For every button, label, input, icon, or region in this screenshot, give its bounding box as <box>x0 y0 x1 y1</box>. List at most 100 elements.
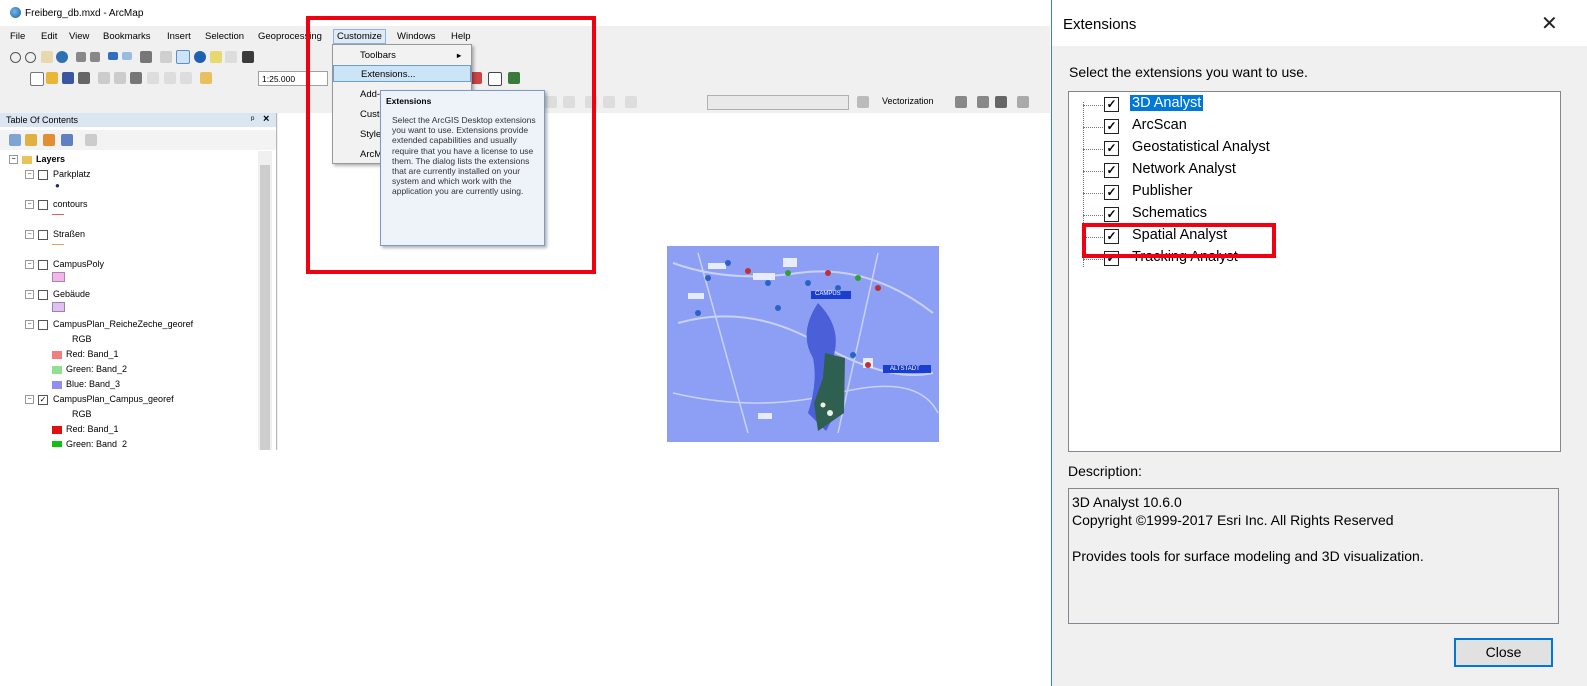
ext-label: 3D Analyst <box>1130 95 1204 111</box>
vectorization-settings-icon[interactable] <box>857 96 869 108</box>
ext-item-publisher[interactable]: ✓ Publisher <box>1069 182 1549 204</box>
paste-icon[interactable] <box>130 72 142 84</box>
layer-gebaeude[interactable]: − Gebäude <box>25 289 90 300</box>
ext-label: ArcScan <box>1132 117 1187 133</box>
vectorization-trace-icon[interactable] <box>977 96 989 108</box>
new-document-icon[interactable] <box>30 72 44 86</box>
map-label-altstadt: ALTSTADT <box>890 366 920 372</box>
description-box: 3D Analyst 10.6.0 Copyright ©1999-2017 E… <box>1068 488 1559 624</box>
attributes-icon[interactable] <box>625 96 637 108</box>
layer-parkplatz[interactable]: − Parkplatz <box>25 169 91 180</box>
pin-icon[interactable]: ᵖ <box>251 114 254 124</box>
ext-checkbox[interactable]: ✓ <box>1104 185 1119 200</box>
list-by-visibility-icon[interactable] <box>43 134 55 146</box>
highlight-box-customize <box>306 16 596 274</box>
raster-cleanup-icon[interactable] <box>955 96 967 108</box>
band-row-red-1: Red: Band_1 <box>52 349 119 359</box>
ext-label: Publisher <box>1132 183 1193 199</box>
delete-icon[interactable] <box>147 72 159 84</box>
description-line-3: Provides tools for surface modeling and … <box>1072 548 1424 564</box>
undo-icon[interactable] <box>164 72 176 84</box>
fixed-zoom-in-icon[interactable] <box>76 52 86 62</box>
description-line-2: Copyright ©1999-2017 Esri Inc. All Right… <box>1072 512 1394 528</box>
ext-checkbox[interactable]: ✓ <box>1104 119 1119 134</box>
identify-icon[interactable] <box>194 51 206 63</box>
print-icon[interactable] <box>78 72 90 84</box>
ext-label: Network Analyst <box>1132 161 1236 177</box>
menu-edit[interactable]: Edit <box>41 31 57 42</box>
cut-icon[interactable] <box>98 72 110 84</box>
cell-selection-icon[interactable] <box>1017 96 1029 108</box>
select-pointer-icon[interactable] <box>176 50 190 64</box>
layer-contours[interactable]: − contours <box>25 199 88 210</box>
raster-layer-select[interactable] <box>707 95 849 110</box>
ext-checkbox[interactable]: ✓ <box>1104 163 1119 178</box>
fixed-zoom-out-icon[interactable] <box>90 52 100 62</box>
menu-file[interactable]: File <box>10 31 25 42</box>
layer-campuspoly[interactable]: − CampusPoly <box>25 259 104 270</box>
ext-checkbox[interactable]: ✓ <box>1104 141 1119 156</box>
ext-item-network-analyst[interactable]: ✓ Network Analyst <box>1069 160 1549 182</box>
layer-campusplan-campus[interactable]: − ✓ CampusPlan_Campus_georef <box>25 394 174 405</box>
pencil-icon[interactable] <box>995 96 1007 108</box>
ext-checkbox[interactable]: ✓ <box>1104 207 1119 222</box>
open-icon[interactable] <box>46 72 58 84</box>
list-by-selection-icon[interactable] <box>61 134 73 146</box>
select-elements-icon[interactable] <box>140 51 152 63</box>
ext-checkbox[interactable]: ✓ <box>1104 97 1119 112</box>
measure-icon[interactable] <box>242 51 254 63</box>
pan-icon[interactable] <box>41 51 53 63</box>
zoom-out-icon[interactable] <box>25 52 36 63</box>
menu-bookmarks[interactable]: Bookmarks <box>103 31 151 42</box>
menu-selection[interactable]: Selection <box>205 31 244 42</box>
map-label-campus: CAMPUS <box>815 291 841 297</box>
ext-item-arcscan[interactable]: ✓ ArcScan <box>1069 116 1549 138</box>
menu-insert[interactable]: Insert <box>167 31 191 42</box>
list-by-source-icon[interactable] <box>25 134 37 146</box>
toc-scrollbar[interactable] <box>258 151 272 450</box>
ext-label: Geostatistical Analyst <box>1132 139 1270 155</box>
layers-group[interactable]: − Layers <box>9 154 65 165</box>
ext-item-geostatistical-analyst[interactable]: ✓ Geostatistical Analyst <box>1069 138 1549 160</box>
toc-header: Table Of Contents ᵖ × <box>0 113 276 127</box>
extensions-dialog: Extensions ✕ Select the extensions you w… <box>1051 0 1587 686</box>
band-row-green-1: Green: Band_2 <box>52 364 127 374</box>
strassen-symbol <box>52 244 64 245</box>
full-extent-icon[interactable] <box>56 51 68 63</box>
html-popup-icon[interactable] <box>225 51 237 63</box>
contours-symbol <box>52 214 64 215</box>
forward-icon[interactable] <box>122 52 132 60</box>
layer-strassen[interactable]: − Straßen <box>25 229 85 240</box>
vectorization-menu[interactable]: Vectorization <box>882 96 934 106</box>
add-data-icon[interactable] <box>200 72 212 84</box>
arcmap-window: Freiberg_db.mxd - ArcMap File Edit View … <box>0 0 1050 450</box>
ext-item-3d-analyst[interactable]: ✓ 3D Analyst <box>1069 94 1549 116</box>
band-row-blue-1: Blue: Band_3 <box>52 379 120 389</box>
dialog-prompt: Select the extensions you want to use. <box>1069 64 1308 80</box>
save-icon[interactable] <box>62 72 74 84</box>
zoom-in-icon[interactable] <box>10 52 21 63</box>
back-icon[interactable] <box>108 52 118 60</box>
clear-selection-icon[interactable] <box>160 51 172 63</box>
tools-toolbar <box>10 50 340 67</box>
hyperlink-icon[interactable] <box>210 51 222 63</box>
campuspoly-symbol <box>52 272 65 282</box>
highlight-box-spatial-analyst <box>1082 223 1276 258</box>
copy-icon[interactable] <box>114 72 126 84</box>
layer-campusplan-reichezeche[interactable]: − CampusPlan_ReicheZeche_georef <box>25 319 193 330</box>
description-label: Description: <box>1068 463 1142 479</box>
toc-title: Table Of Contents <box>6 115 79 125</box>
toc-scrollbar-thumb[interactable] <box>260 165 270 450</box>
dialog-close-icon[interactable]: ✕ <box>1541 11 1558 36</box>
menu-view[interactable]: View <box>69 31 89 42</box>
parkplatz-symbol: ● <box>55 181 60 190</box>
toc-options-icon[interactable] <box>85 134 97 146</box>
dialog-titlebar: Extensions ✕ <box>1052 0 1587 46</box>
layers-folder-icon <box>22 155 32 164</box>
close-icon[interactable]: × <box>263 113 269 125</box>
close-button[interactable]: Close <box>1454 638 1553 667</box>
list-by-drawing-order-icon[interactable] <box>9 134 21 146</box>
redo-icon[interactable] <box>180 72 192 84</box>
arcmap-globe-icon <box>10 7 21 18</box>
reshape-icon[interactable] <box>603 96 615 108</box>
